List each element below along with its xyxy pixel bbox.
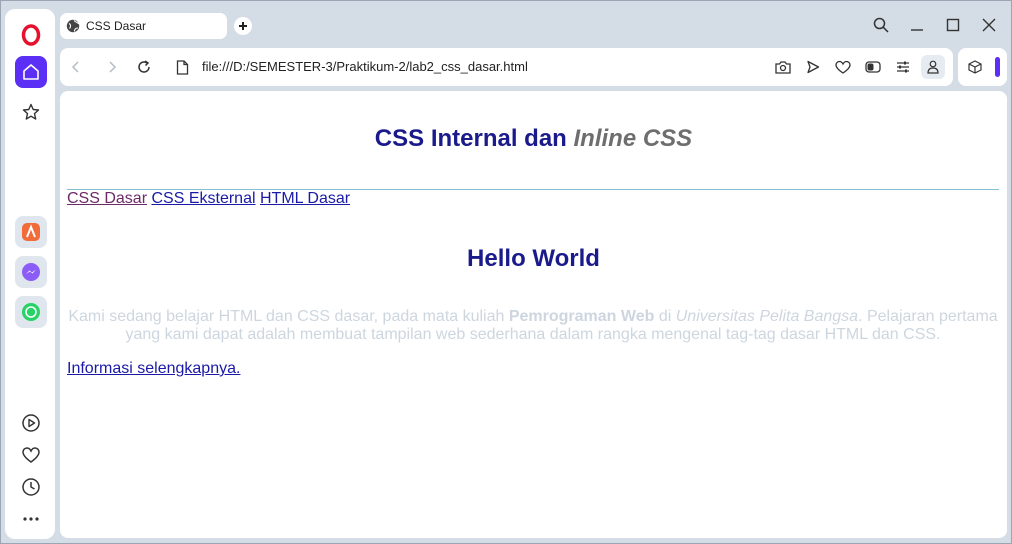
- para-italic: Universitas Pelita Bangsa: [675, 308, 859, 325]
- messenger-button[interactable]: [15, 256, 47, 288]
- browser-window: CSS Dasar file:///D:/SEMESTER-3/Praktiku…: [0, 0, 1012, 544]
- file-icon: [172, 57, 192, 77]
- messenger-icon: [22, 263, 40, 281]
- page-title: CSS Internal dan Inline CSS: [60, 125, 1007, 153]
- home-icon: [23, 64, 39, 80]
- close-icon: [982, 18, 996, 32]
- para-part-1: Kami sedang belajar HTML dan CSS dasar, …: [68, 308, 509, 325]
- back-arrow-icon: [71, 61, 79, 73]
- player-icon: [22, 414, 40, 432]
- maximize-button[interactable]: [942, 14, 964, 36]
- history-button[interactable]: [15, 471, 47, 503]
- intro-paragraph: Kami sedang belajar HTML dan CSS dasar, …: [67, 308, 999, 344]
- aria-button[interactable]: [15, 216, 47, 248]
- player-button[interactable]: [15, 407, 47, 439]
- send-button[interactable]: [803, 57, 823, 77]
- tab-title: CSS Dasar: [86, 19, 147, 33]
- hello-heading: Hello World: [467, 245, 600, 272]
- extensions-button[interactable]: [965, 57, 985, 77]
- minimize-button[interactable]: [906, 14, 928, 36]
- search-tabs-button[interactable]: [870, 14, 892, 36]
- toggle-icon: [865, 61, 881, 73]
- reload-button[interactable]: [134, 57, 154, 77]
- favorites-button[interactable]: [15, 439, 47, 471]
- snapshot-button[interactable]: [773, 57, 793, 77]
- new-tab-button[interactable]: [234, 17, 252, 35]
- reload-icon: [138, 60, 150, 73]
- nav-link-css-eksternal[interactable]: CSS Eksternal: [151, 190, 255, 207]
- globe-icon: [66, 19, 80, 33]
- send-icon: [807, 60, 820, 74]
- search-icon: [873, 17, 889, 33]
- history-icon: [22, 478, 40, 496]
- forward-button[interactable]: [102, 57, 122, 77]
- heart-icon: [22, 447, 40, 463]
- heart-icon: [835, 60, 851, 74]
- para-bold: Pemrograman Web: [508, 308, 655, 325]
- bookmarks-button[interactable]: [15, 96, 47, 128]
- forward-arrow-icon: [109, 61, 117, 73]
- nav-link-html-dasar[interactable]: HTML Dasar: [260, 190, 350, 207]
- whatsapp-icon: [22, 303, 40, 321]
- page-nav: CSS Dasar CSS Eksternal HTML Dasar: [67, 190, 350, 208]
- address-bar: file:///D:/SEMESTER-3/Praktikum-2/lab2_c…: [60, 48, 953, 86]
- profile-button[interactable]: [921, 55, 945, 79]
- home-button[interactable]: [15, 56, 47, 88]
- sliders-icon: [897, 61, 909, 73]
- nav-link-css-dasar[interactable]: CSS Dasar: [67, 190, 147, 207]
- whatsapp-button[interactable]: [15, 296, 47, 328]
- opera-logo-icon[interactable]: [15, 19, 47, 51]
- cube-icon: [968, 60, 982, 74]
- more-info-link[interactable]: Informasi selengkapnya.: [67, 360, 240, 378]
- maximize-icon: [946, 18, 960, 32]
- minimize-icon: [911, 29, 923, 31]
- url-field[interactable]: file:///D:/SEMESTER-3/Praktikum-2/lab2_c…: [202, 59, 528, 74]
- adblock-button[interactable]: [863, 57, 883, 77]
- bookmark-page-button[interactable]: [833, 57, 853, 77]
- more-icon: [23, 517, 39, 521]
- tab-css-dasar[interactable]: CSS Dasar: [60, 13, 227, 39]
- aria-icon: [22, 223, 40, 241]
- easy-setup-button[interactable]: [893, 57, 913, 77]
- close-button[interactable]: [978, 14, 1000, 36]
- more-button[interactable]: [15, 503, 47, 535]
- back-button[interactable]: [66, 57, 86, 77]
- page-title-inline: Inline CSS: [573, 125, 693, 152]
- star-icon: [22, 103, 40, 120]
- sidebar-toggle-indicator[interactable]: [995, 57, 1000, 77]
- para-part-2: di: [654, 308, 676, 325]
- page-viewport: CSS Internal dan Inline CSS CSS Dasar CS…: [60, 91, 1007, 538]
- extensions-bar: [958, 48, 1007, 86]
- page-title-prefix: CSS Internal dan: [374, 125, 574, 152]
- plus-icon: [239, 22, 247, 30]
- user-icon: [927, 60, 939, 74]
- sidebar: [5, 9, 55, 539]
- camera-icon: [775, 61, 791, 74]
